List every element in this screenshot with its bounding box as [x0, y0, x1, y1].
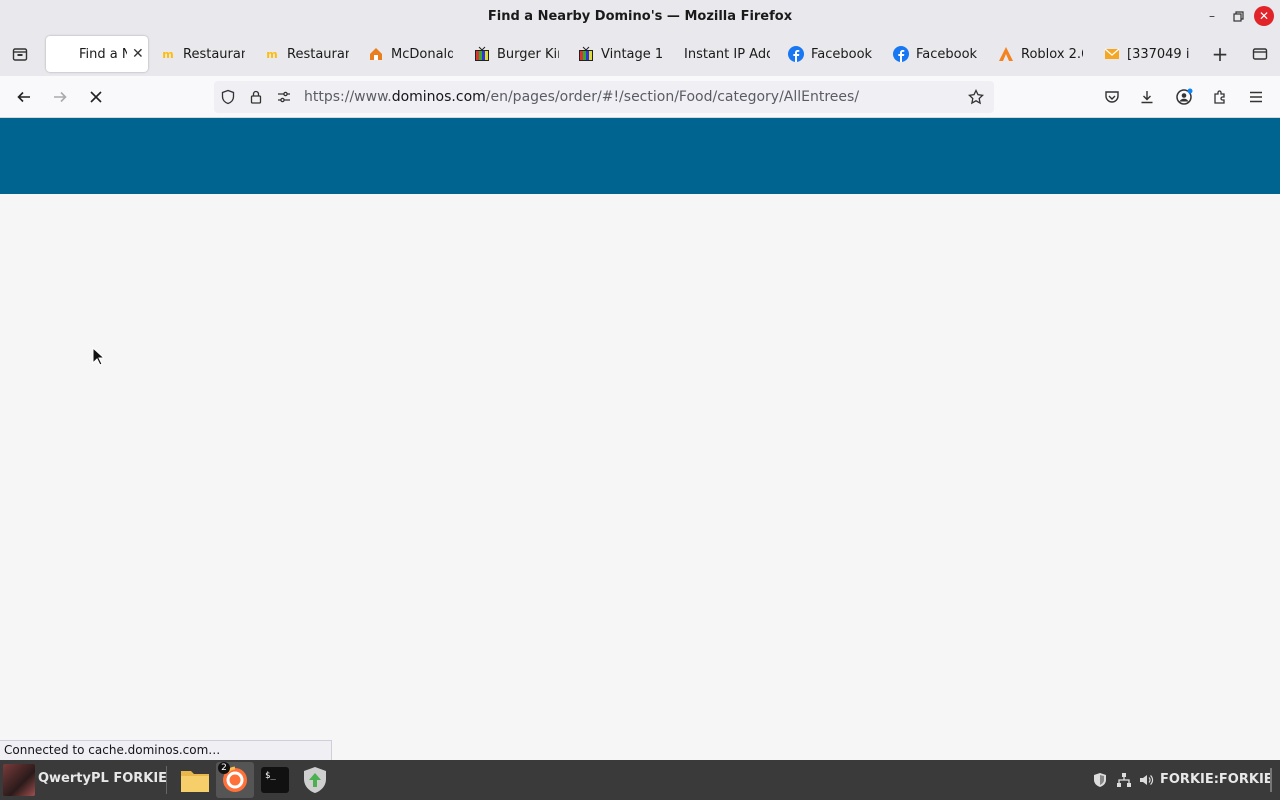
stop-loading-icon[interactable] — [84, 85, 108, 109]
tab-label: Vintage 19 — [601, 46, 663, 62]
tab-restaurant-2[interactable]: m Restauran — [264, 36, 354, 72]
pocket-icon[interactable] — [1100, 85, 1124, 109]
svg-text:$_: $_ — [265, 771, 276, 781]
tab-label: Roblox 2.6 — [1021, 46, 1083, 62]
hamburger-menu-icon[interactable] — [1244, 85, 1268, 109]
close-window-icon[interactable]: ✕ — [1254, 6, 1274, 26]
tracking-protection-shield-icon[interactable] — [214, 81, 242, 113]
tv-icon — [578, 46, 594, 62]
mcdonalds-icon: m — [162, 47, 174, 61]
lock-icon[interactable] — [242, 81, 270, 113]
tab-strip: Find a N ✕ m Restauran m Restauran McDon… — [0, 32, 1280, 76]
tab-label: Facebook — [811, 46, 873, 62]
tab-roblox[interactable]: Roblox 2.6 — [998, 36, 1088, 72]
back-arrow-icon[interactable] — [12, 85, 36, 109]
forward-arrow-icon[interactable] — [48, 85, 72, 109]
facebook-icon — [788, 46, 804, 62]
tab-label: Facebook — [916, 46, 978, 62]
volume-icon[interactable] — [1136, 770, 1156, 790]
mcdonalds-icon: m — [266, 47, 278, 61]
tab-dominos[interactable]: Find a N ✕ — [46, 36, 148, 72]
extensions-puzzle-icon[interactable] — [1208, 85, 1232, 109]
new-tab-icon[interactable]: + — [1208, 42, 1232, 66]
tv-icon — [474, 46, 490, 62]
desktop-taskbar: QwertyPL FORKIE $_ FORKIE:FORKIE — [0, 760, 1280, 800]
account-icon[interactable] — [1172, 85, 1196, 109]
tab-facebook-2[interactable]: Facebook — [893, 36, 989, 72]
user-avatar[interactable] — [3, 764, 35, 796]
taskbar-separator — [166, 766, 167, 794]
security-shield-icon[interactable] — [1090, 770, 1110, 790]
tab-label: Burger Kin — [497, 46, 559, 62]
tab-label: McDonald — [391, 46, 453, 62]
site-header — [0, 118, 1280, 194]
update-manager-shield-icon[interactable] — [296, 762, 334, 798]
tab-label: Restauran — [183, 46, 245, 62]
tab-facebook-1[interactable]: Facebook — [788, 36, 884, 72]
close-tab-icon[interactable]: ✕ — [132, 46, 144, 62]
tab-burger-king[interactable]: Burger Kin — [474, 36, 564, 72]
show-desktop-button[interactable] — [1270, 768, 1272, 792]
tab-vintage[interactable]: Vintage 19 — [578, 36, 668, 72]
terminal-icon[interactable]: $_ — [256, 762, 294, 798]
mail-icon — [1104, 46, 1120, 62]
permissions-icon[interactable] — [270, 81, 298, 113]
blank-favicon-icon — [56, 46, 72, 62]
window-title: Find a Nearby Domino's — Mozilla Firefox — [487, 8, 793, 24]
user-name[interactable]: QwertyPL FORKIE — [38, 771, 167, 786]
page-content — [0, 118, 1280, 760]
house-icon — [368, 46, 384, 62]
tab-label: Find a N — [79, 46, 127, 62]
url-host: dominos.com — [391, 89, 486, 105]
navigation-toolbar: https://www.dominos.com/en/pages/order/#… — [0, 76, 1280, 118]
tab-label: Instant IP Add — [684, 46, 770, 62]
taskbar-clock[interactable]: FORKIE:FORKIE — [1160, 772, 1273, 787]
mouse-cursor-icon — [92, 346, 106, 371]
network-icon[interactable] — [1114, 770, 1134, 790]
tab-restaurant-1[interactable]: m Restauran — [160, 36, 250, 72]
address-bar[interactable]: https://www.dominos.com/en/pages/order/#… — [214, 81, 994, 113]
url-text[interactable]: https://www.dominos.com/en/pages/order/#… — [304, 89, 859, 105]
url-prefix: https://www. — [304, 89, 392, 105]
tab-instant-ip[interactable]: Instant IP Add — [684, 36, 774, 72]
firefox-view-icon[interactable] — [8, 42, 32, 66]
tab-label: Restauran — [287, 46, 349, 62]
status-bar: Connected to cache.dominos.com… — [0, 740, 332, 760]
notification-badge: 2 — [218, 762, 230, 774]
file-manager-icon[interactable] — [176, 762, 214, 798]
window-titlebar: Find a Nearby Domino's — Mozilla Firefox… — [0, 0, 1280, 32]
roblox-icon — [998, 46, 1014, 62]
downloads-icon[interactable] — [1135, 85, 1159, 109]
url-path: /en/pages/order/#!/section/Food/category… — [485, 89, 860, 105]
facebook-icon — [893, 46, 909, 62]
list-all-tabs-icon[interactable] — [1248, 42, 1272, 66]
minimize-icon[interactable]: – — [1202, 6, 1222, 26]
tab-label: [337049 is — [1127, 46, 1189, 62]
tab-mail[interactable]: [337049 is — [1104, 36, 1194, 72]
restore-icon[interactable] — [1228, 6, 1248, 26]
bookmark-star-icon[interactable] — [964, 85, 988, 109]
tab-mcdonalds[interactable]: McDonald — [368, 36, 458, 72]
